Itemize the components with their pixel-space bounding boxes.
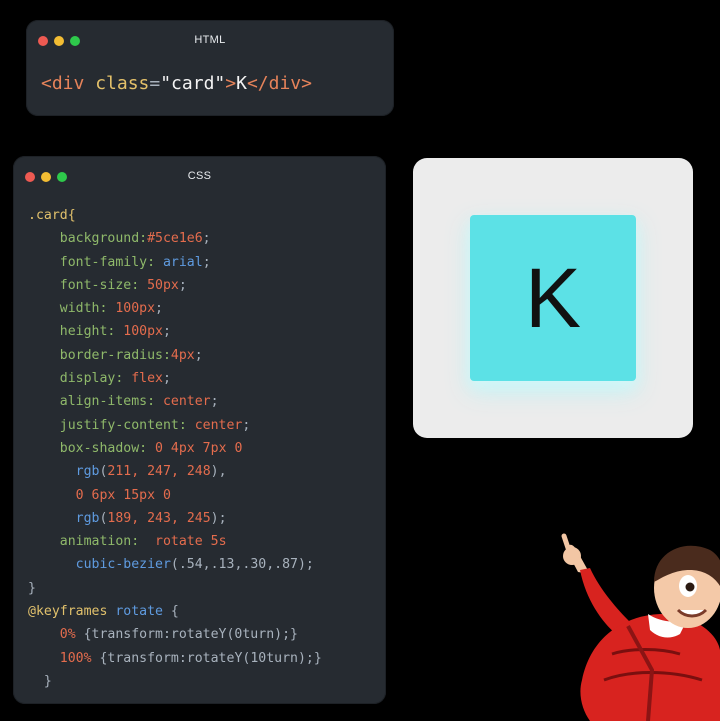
code-token: (.54,.13,.30,.87); [170,557,314,573]
code-token: align-items: [28,394,163,410]
code-token: } [28,580,36,596]
code-line: align-items: center; [28,390,322,413]
code-token: box-shadow: [28,440,156,456]
code-token: } [28,673,52,689]
code-token: 0 4px 7px 0 [155,440,243,456]
code-token: ), [210,464,227,480]
code-line: animation: rotate 5s [28,530,322,553]
preview-panel: K [413,158,693,438]
code-line: .card{ [28,204,322,227]
code-token: center [194,417,243,433]
window-title: CSS [187,170,212,182]
code-token: rgb [28,510,100,526]
code-line: <div class="card">K</div> [41,72,312,95]
code-token: 189, 243, 245 [107,510,211,526]
code-token: ; [178,277,187,293]
cartoon-man-pointing-icon [561,533,720,721]
code-token: ; [194,347,203,363]
code-token: cubic-bezier [28,557,171,573]
code-line: 0 6px 15px 0 [28,484,322,507]
code-token: </div> [246,73,312,94]
code-token: flex [131,371,163,387]
code-token: <div [41,73,96,94]
code-line: background:#5ce1e6; [28,227,322,250]
code-token: #5ce1e6 [147,231,203,247]
html-code-block: <div class="card">K</div> [41,72,312,95]
code-line: display: flex; [28,367,322,390]
window-titlebar: CSS [13,156,386,196]
code-token: ; [162,371,171,387]
code-token: background: [28,231,148,247]
code-token: arial [162,254,203,270]
code-token: ); [210,510,227,526]
code-token: width: [28,301,116,317]
code-token: ; [242,417,251,433]
code-line: justify-content: center; [28,414,322,437]
code-line: border-radius:4px; [28,344,322,367]
code-line: cubic-bezier(.54,.13,.30,.87); [28,553,322,576]
code-token: {transform:rotateY(10turn);} [99,650,322,666]
code-token: 100px [123,324,163,340]
code-token: K [236,73,247,94]
code-token: ; [202,231,211,247]
code-line: rgb(211, 247, 248), [28,460,322,483]
code-token: border-radius: [28,347,171,363]
code-token: font-size: [28,277,148,293]
code-token: 4px [170,347,195,363]
code-line: 0% {transform:rotateY(0turn);} [28,623,322,646]
code-token: 100px [115,301,156,317]
code-token: ; [162,324,171,340]
code-token: rotate 5s [155,534,227,550]
code-line: } [28,577,322,600]
code-line: font-size: 50px; [28,274,322,297]
code-token: 0% [28,627,84,643]
css-code-window: CSS .card{ background:#5ce1e6; font-fami… [13,156,386,704]
code-token: ; [210,394,219,410]
code-token: = [149,73,161,94]
code-line: @keyframes rotate { [28,600,322,623]
code-line: } [28,670,322,693]
code-line: 100% {transform:rotateY(10turn);} [28,647,322,670]
code-token: .card{ [28,208,76,223]
code-token: rotate [115,604,163,620]
code-line: height: 100px; [28,320,322,343]
code-line: box-shadow: 0 4px 7px 0 [28,437,322,460]
code-token: > [225,73,237,94]
window-titlebar: HTML [26,20,394,60]
code-line: width: 100px; [28,297,322,320]
code-token: { [162,604,179,620]
code-token: height: [28,324,124,340]
code-token: center [162,394,211,410]
code-token: justify-content: [28,417,195,433]
code-token: ; [155,301,163,317]
code-token: 100% [28,650,100,666]
code-line: rgb(189, 243, 245); [28,507,322,530]
code-token: "card" [160,73,226,94]
code-token: 0 6px 15px 0 [28,487,171,503]
code-token: {transform:rotateY(0turn);} [83,627,298,643]
preview-card: K [470,215,636,381]
code-token: 50px [147,277,179,293]
code-token: animation: [28,534,156,550]
code-line: font-family: arial; [28,251,322,274]
html-code-window: HTML <div class="card">K</div> [26,20,394,116]
window-title: HTML [194,34,226,46]
code-token: ; [202,254,211,270]
code-token: rgb [28,464,100,480]
code-token: font-family: [28,254,163,270]
code-token: 211, 247, 248 [107,464,211,480]
code-token: class [95,73,150,94]
code-token: @keyframes [28,604,116,620]
code-token: display: [28,371,132,387]
css-code-block: .card{ background:#5ce1e6; font-family: … [28,204,322,693]
